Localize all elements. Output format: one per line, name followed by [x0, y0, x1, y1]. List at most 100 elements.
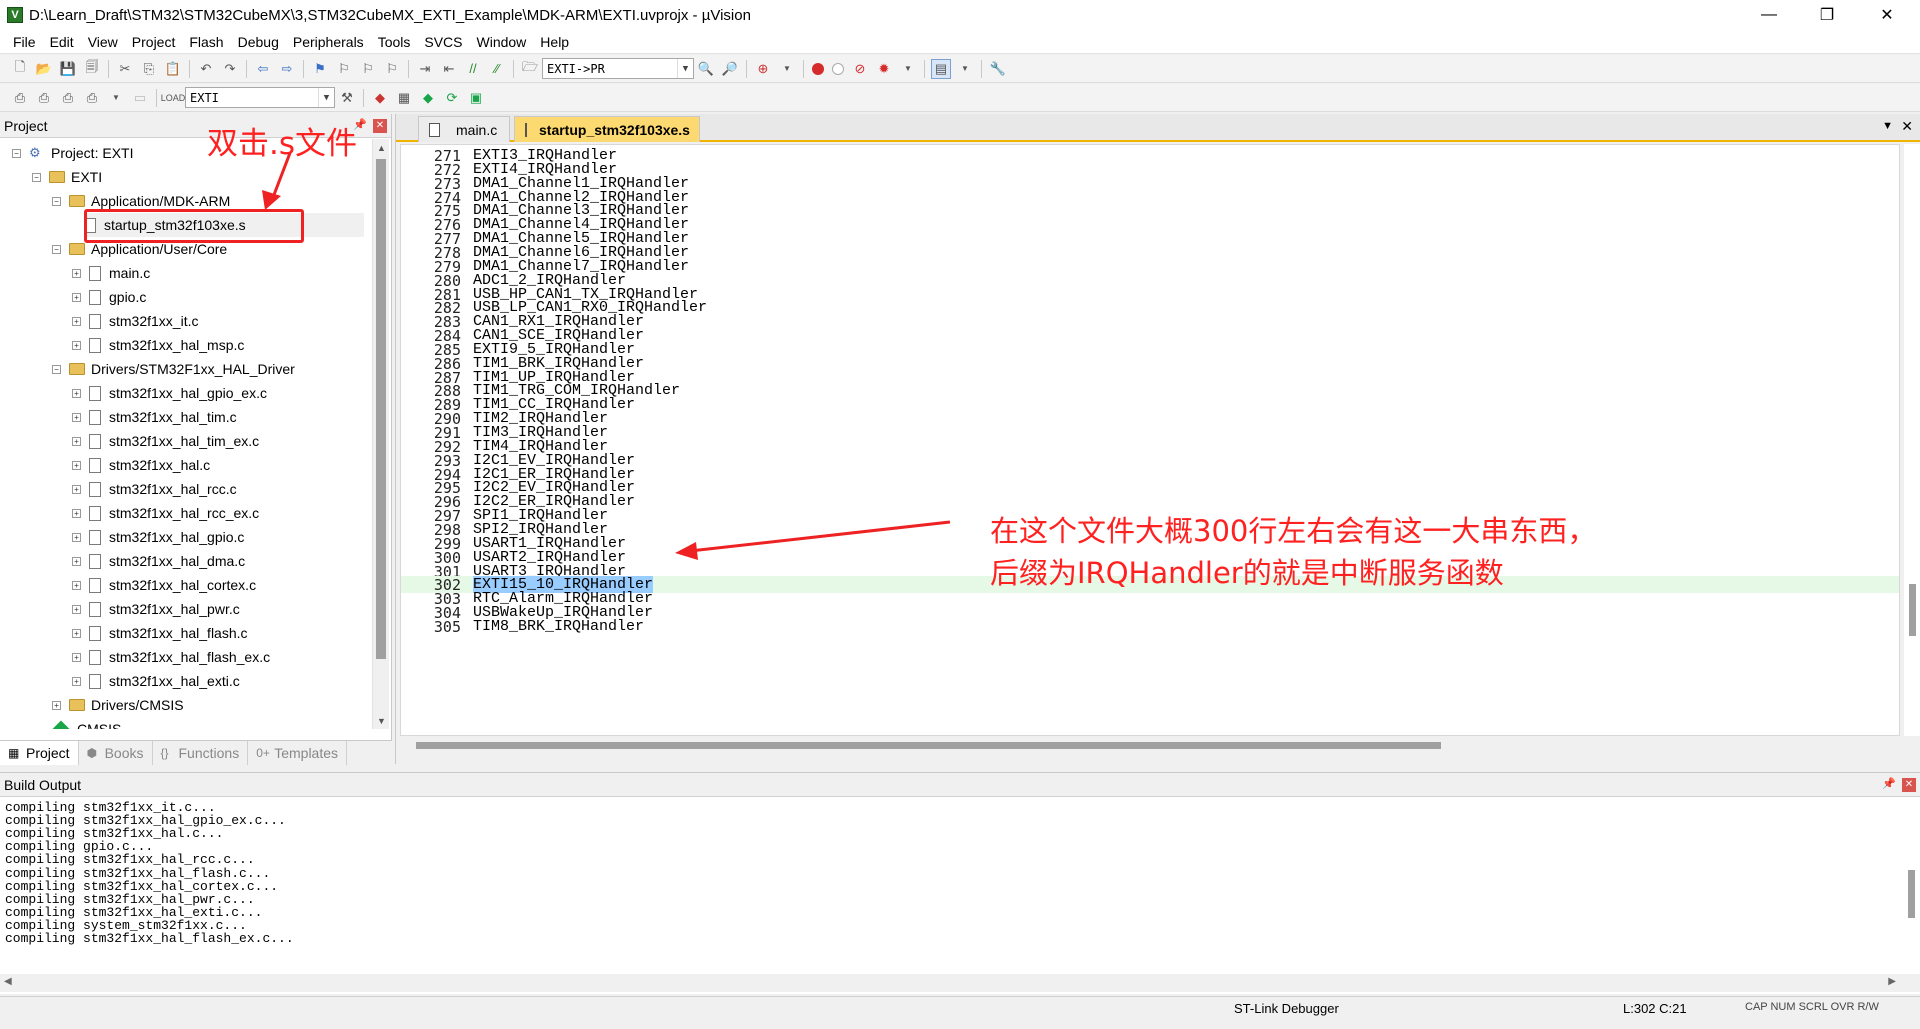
expand-icon[interactable]: +: [72, 676, 81, 686]
clear-bookmarks-icon[interactable]: ⚐: [382, 59, 402, 79]
expand-icon[interactable]: +: [72, 436, 81, 446]
tree-node-file[interactable]: + stm32f1xx_hal_gpio.c: [72, 525, 244, 549]
expand-icon[interactable]: +: [72, 412, 81, 422]
menu-tools[interactable]: Tools: [371, 34, 418, 50]
expand-icon[interactable]: +: [72, 508, 81, 518]
tab-list-dropdown-icon[interactable]: ▼: [1882, 120, 1893, 132]
tree-node-file[interactable]: + stm32f1xx_hal_pwr.c: [72, 597, 240, 621]
close-tab-icon[interactable]: ✕: [1901, 118, 1913, 135]
scroll-left-icon[interactable]: ◀: [4, 976, 12, 987]
tree-node-file[interactable]: + stm32f1xx_hal_exti.c: [72, 669, 240, 693]
expand-icon[interactable]: +: [72, 556, 81, 566]
pin-icon[interactable]: 📌: [1882, 777, 1896, 790]
menu-flash[interactable]: Flash: [182, 34, 230, 50]
manage-project-items-icon[interactable]: ▦: [394, 88, 414, 108]
tree-node-cmsis[interactable]: CMSIS: [52, 717, 121, 729]
file-extensions-icon[interactable]: ◆: [370, 88, 390, 108]
navigate-back-icon[interactable]: ⇦: [253, 59, 273, 79]
disable-breakpoints-icon[interactable]: ⊘: [850, 59, 870, 79]
incremental-find-icon[interactable]: 🔎: [720, 59, 740, 79]
target-select-combo[interactable]: EXTI ▼: [185, 87, 335, 108]
close-pane-icon[interactable]: ✕: [373, 119, 387, 133]
menu-debug[interactable]: Debug: [231, 34, 286, 50]
stop-build-icon[interactable]: ▭: [130, 88, 150, 108]
copy-icon[interactable]: ⎘: [139, 59, 159, 79]
expand-icon[interactable]: +: [72, 316, 81, 326]
tree-node-file[interactable]: + stm32f1xx_hal_flash.c: [72, 621, 248, 645]
editor-horizontal-scrollbar[interactable]: [400, 737, 1900, 754]
expand-icon[interactable]: +: [72, 460, 81, 470]
download-load-icon[interactable]: LOAD: [161, 88, 186, 108]
expand-icon[interactable]: +: [72, 268, 81, 278]
dropdown-arrow-icon[interactable]: ▼: [898, 59, 918, 79]
tree-node-file[interactable]: + stm32f1xx_hal.c: [72, 453, 210, 477]
dropdown-arrow-icon[interactable]: ▼: [777, 59, 797, 79]
chevron-down-icon[interactable]: ▼: [677, 59, 693, 78]
expand-icon[interactable]: +: [72, 532, 81, 542]
tab-books[interactable]: ⬢ Books: [79, 740, 153, 765]
expand-icon[interactable]: +: [72, 388, 81, 398]
close-pane-icon[interactable]: ✕: [1902, 778, 1916, 792]
tab-startup-file[interactable]: startup_stm32f103xe.s: [514, 116, 700, 142]
scrollbar-thumb[interactable]: [416, 742, 1441, 749]
configuration-wrench-icon[interactable]: 🔧: [988, 59, 1008, 79]
expand-icon[interactable]: +: [72, 604, 81, 614]
expand-icon[interactable]: +: [72, 628, 81, 638]
scroll-right-icon[interactable]: ▶: [1888, 976, 1896, 987]
expand-icon[interactable]: +: [72, 340, 81, 350]
save-all-icon[interactable]: 🗐: [82, 59, 102, 79]
expand-icon[interactable]: +: [72, 292, 81, 302]
paste-icon[interactable]: 📋: [163, 59, 183, 79]
menu-view[interactable]: View: [81, 34, 125, 50]
scrollbar-thumb[interactable]: [1909, 584, 1916, 636]
menu-project[interactable]: Project: [125, 34, 183, 50]
menu-svcs[interactable]: SVCS: [417, 34, 469, 50]
window-layout-icon[interactable]: ▤: [931, 58, 951, 79]
tree-node-project[interactable]: − ⚙ Project: EXTI: [12, 141, 133, 165]
tree-node-file[interactable]: + stm32f1xx_hal_msp.c: [72, 333, 244, 357]
tree-node-file[interactable]: + stm32f1xx_hal_rcc_ex.c: [72, 501, 259, 525]
tree-node-file[interactable]: + stm32f1xx_hal_tim.c: [72, 405, 237, 429]
tree-node-folder[interactable]: − Drivers/STM32F1xx_HAL_Driver: [52, 357, 295, 381]
code-editor[interactable]: 271 EXTI3_IRQHandler 272 EXTI4_IRQHandler 27…: [400, 144, 1900, 736]
tab-project[interactable]: ▦ Project: [0, 740, 79, 765]
manage-rte-icon[interactable]: ◆: [418, 88, 438, 108]
collapse-icon[interactable]: −: [52, 364, 61, 374]
kill-breakpoints-icon[interactable]: ✹: [874, 59, 894, 79]
menu-edit[interactable]: Edit: [43, 34, 81, 50]
scroll-down-icon[interactable]: ▼: [373, 712, 390, 729]
find-combo[interactable]: EXTI->PR ▼: [542, 58, 694, 79]
tab-templates[interactable]: 0+ Templates: [248, 740, 348, 765]
code-line[interactable]: TIM8_BRK_IRQHandler: [473, 618, 644, 635]
insert-breakpoint-icon[interactable]: [812, 62, 824, 75]
close-window-button[interactable]: ✕: [1858, 0, 1916, 30]
tab-functions[interactable]: {} Functions: [153, 740, 249, 765]
expand-icon[interactable]: +: [72, 580, 81, 590]
batch-build-icon[interactable]: ⎙: [82, 88, 102, 108]
expand-icon[interactable]: +: [72, 484, 81, 494]
tree-node-target[interactable]: − EXTI: [32, 165, 102, 189]
tree-node-file[interactable]: + stm32f1xx_hal_flash_ex.c: [72, 645, 270, 669]
collapse-icon[interactable]: −: [52, 244, 61, 254]
tab-main-c[interactable]: main.c: [418, 116, 510, 142]
prev-bookmark-icon[interactable]: ⚐: [334, 59, 354, 79]
scrollbar-thumb[interactable]: [376, 159, 386, 659]
dropdown-arrow-icon[interactable]: ▼: [955, 59, 975, 79]
collapse-icon[interactable]: −: [52, 196, 61, 206]
menu-help[interactable]: Help: [533, 34, 576, 50]
minimize-button[interactable]: —: [1740, 0, 1798, 30]
scroll-up-icon[interactable]: ▲: [373, 139, 390, 156]
new-file-icon[interactable]: 🗋: [10, 59, 30, 79]
tree-node-file[interactable]: + gpio.c: [72, 285, 146, 309]
tree-node-file[interactable]: + stm32f1xx_hal_rcc.c: [72, 477, 237, 501]
enable-breakpoint-icon[interactable]: [832, 62, 844, 75]
navigate-forward-icon[interactable]: ⇨: [277, 59, 297, 79]
menu-window[interactable]: Window: [470, 34, 534, 50]
tree-node-file[interactable]: + stm32f1xx_hal_cortex.c: [72, 573, 256, 597]
expand-icon[interactable]: +: [52, 700, 61, 710]
expand-icon[interactable]: +: [72, 652, 81, 662]
build-icon[interactable]: ⎙: [34, 88, 54, 108]
comment-icon[interactable]: //: [463, 59, 483, 79]
uncomment-icon[interactable]: ⁄⁄: [487, 59, 507, 79]
dropdown-arrow-icon[interactable]: ▼: [106, 88, 126, 108]
